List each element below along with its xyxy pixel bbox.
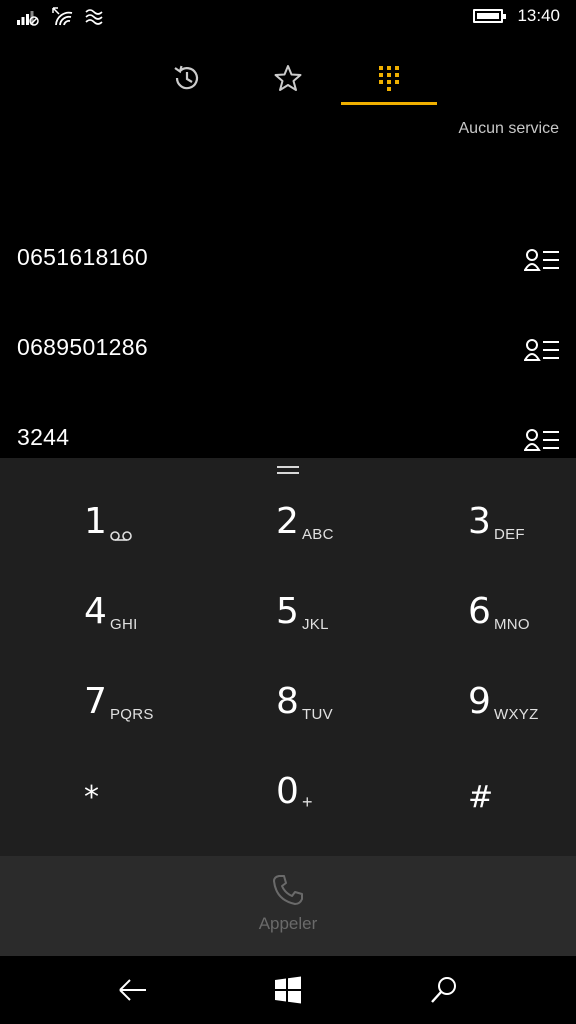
key-digit: 0 [276, 771, 299, 812]
key-digit: # [468, 780, 494, 815]
key-5[interactable]: 5 JKL [192, 548, 384, 638]
signal-no-sim-icon [17, 11, 39, 26]
dialer-screen: 13:40 Aucun service 0651618160 068950128… [0, 0, 576, 1024]
battery-icon [473, 9, 507, 23]
list-item[interactable]: 0689501286 [0, 310, 576, 370]
key-8[interactable]: 8 TUV [192, 638, 384, 728]
favorites-star-icon [274, 65, 302, 91]
network-status: Aucun service [458, 120, 560, 137]
key-7[interactable]: 7 PQRS [0, 638, 192, 728]
history-icon [174, 65, 199, 90]
call-label: Appeler [258, 914, 318, 933]
recent-number: 0689501286 [17, 334, 148, 360]
clock: 13:40 [517, 6, 560, 25]
key-digit: 9 [468, 681, 491, 722]
key-6[interactable]: 6 MNO [384, 548, 576, 638]
key-letters: DEF [494, 526, 525, 543]
dial-keypad: 1 2 ABC 3 DEF 4 GHI 5 JKL 6 MNO 7 PQRS 8… [0, 458, 576, 856]
selected-tab-indicator [341, 102, 437, 105]
status-bar: 13:40 [0, 0, 576, 34]
keypad-icon [379, 66, 399, 91]
wifi-icon [52, 7, 73, 26]
cellular-data-icon [85, 9, 103, 25]
back-button[interactable] [112, 970, 152, 1010]
key-hash[interactable]: # [384, 728, 576, 818]
key-letters: PQRS [110, 706, 154, 723]
status-icons-right: 13:40 [473, 6, 560, 26]
key-letters: ABC [302, 526, 334, 543]
contact-card-icon[interactable] [524, 338, 560, 362]
key-letters: MNO [494, 616, 530, 633]
tab-history[interactable] [139, 50, 235, 106]
key-9[interactable]: 9 WXYZ [384, 638, 576, 728]
key-1[interactable]: 1 [0, 458, 192, 548]
key-2[interactable]: 2 ABC [192, 458, 384, 548]
call-button[interactable]: Appeler [0, 856, 576, 956]
key-digit: 8 [276, 681, 299, 722]
key-4[interactable]: 4 GHI [0, 548, 192, 638]
key-digit: 6 [468, 591, 491, 632]
contact-card-icon[interactable] [524, 428, 560, 452]
dialer-tabs [0, 50, 576, 108]
status-icons-left [16, 6, 106, 26]
key-letters: TUV [302, 706, 333, 723]
key-star[interactable]: * [0, 728, 192, 818]
voicemail-icon [110, 531, 132, 541]
key-letters: JKL [302, 616, 329, 633]
search-button[interactable] [424, 970, 464, 1010]
key-digit: 2 [276, 501, 299, 542]
key-digit: 7 [84, 681, 107, 722]
tab-keypad[interactable] [341, 50, 437, 106]
key-digit: 4 [84, 591, 107, 632]
key-letters: + [302, 792, 313, 812]
recent-number: 3244 [17, 424, 70, 450]
key-digit: 1 [84, 501, 107, 542]
tab-favorites[interactable] [240, 50, 336, 106]
key-letters: WXYZ [494, 706, 539, 723]
key-letters: GHI [110, 616, 138, 633]
windows-start-icon [275, 976, 301, 1004]
list-item[interactable]: 0651618160 [0, 220, 576, 280]
key-3[interactable]: 3 DEF [384, 458, 576, 548]
key-digit: 5 [276, 591, 299, 632]
contact-card-icon[interactable] [524, 248, 560, 272]
start-button[interactable] [268, 970, 308, 1010]
recent-numbers-list: 0651618160 0689501286 3244 [0, 220, 576, 458]
navigation-bar [0, 956, 576, 1024]
list-item[interactable]: 3244 [0, 400, 576, 458]
recent-number: 0651618160 [17, 244, 148, 270]
key-digit: 3 [468, 501, 491, 542]
key-0[interactable]: 0 + [192, 728, 384, 818]
back-arrow-icon [119, 979, 146, 1001]
key-digit: * [84, 780, 99, 815]
phone-icon [273, 875, 303, 905]
search-icon [431, 977, 456, 1003]
